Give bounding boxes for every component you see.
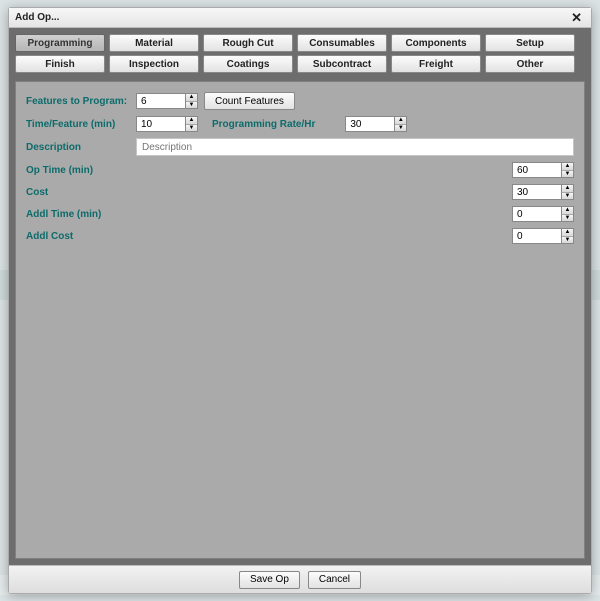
tab-rough-cut[interactable]: Rough Cut: [203, 34, 293, 52]
tab-material[interactable]: Material: [109, 34, 199, 52]
cost-spin-buttons: ▲ ▼: [562, 184, 574, 200]
tab-label: Coatings: [227, 59, 270, 70]
addl-cost-spin-buttons: ▲ ▼: [562, 228, 574, 244]
cancel-button[interactable]: Cancel: [308, 571, 361, 589]
chevron-up-icon[interactable]: ▲: [562, 163, 573, 171]
cost-spinner: ▲ ▼: [512, 184, 574, 200]
dialog-title: Add Op...: [15, 12, 59, 23]
tab-label: Consumables: [309, 38, 375, 49]
chevron-up-icon[interactable]: ▲: [186, 117, 197, 125]
tab-setup[interactable]: Setup: [485, 34, 575, 52]
time-feature-spin-buttons: ▲ ▼: [186, 116, 198, 132]
save-button[interactable]: Save Op: [239, 571, 300, 589]
addl-time-label: Addl Time (min): [26, 209, 136, 220]
tab-inspection[interactable]: Inspection: [109, 55, 199, 73]
addl-cost-spinner: ▲ ▼: [512, 228, 574, 244]
chevron-down-icon[interactable]: ▼: [186, 125, 197, 132]
prog-rate-input[interactable]: [345, 116, 395, 132]
close-icon[interactable]: ✕: [568, 10, 585, 26]
chevron-up-icon[interactable]: ▲: [186, 94, 197, 102]
chevron-down-icon[interactable]: ▼: [562, 171, 573, 178]
dialog-footer: Save Op Cancel: [9, 565, 591, 593]
description-input[interactable]: [136, 138, 574, 156]
cost-label: Cost: [26, 187, 136, 198]
tab-label: Programming: [27, 38, 92, 49]
chevron-down-icon[interactable]: ▼: [562, 193, 573, 200]
tab-subcontract[interactable]: Subcontract: [297, 55, 387, 73]
button-label: Save Op: [250, 574, 289, 585]
button-label: Count Features: [215, 96, 284, 107]
op-time-spinner: ▲ ▼: [512, 162, 574, 178]
addl-time-spin-buttons: ▲ ▼: [562, 206, 574, 222]
chevron-up-icon[interactable]: ▲: [395, 117, 406, 125]
tab-label: Finish: [45, 59, 74, 70]
button-label: Cancel: [319, 574, 350, 585]
cost-input[interactable]: [512, 184, 562, 200]
tab-consumables[interactable]: Consumables: [297, 34, 387, 52]
time-feature-input[interactable]: [136, 116, 186, 132]
addl-cost-label: Addl Cost: [26, 231, 136, 242]
prog-rate-spinner: ▲ ▼: [345, 116, 407, 132]
tab-strip: Programming Material Rough Cut Consumabl…: [9, 28, 591, 75]
time-feature-label: Time/Feature (min): [26, 119, 136, 130]
tab-label: Subcontract: [313, 59, 371, 70]
add-op-dialog: Add Op... ✕ Programming Material Rough C…: [8, 7, 592, 594]
chevron-up-icon[interactable]: ▲: [562, 229, 573, 237]
tab-other[interactable]: Other: [485, 55, 575, 73]
tab-label: Material: [135, 38, 173, 49]
chevron-up-icon[interactable]: ▲: [562, 185, 573, 193]
tab-label: Components: [405, 38, 466, 49]
prog-rate-label: Programming Rate/Hr: [212, 119, 315, 130]
tab-components[interactable]: Components: [391, 34, 481, 52]
addl-time-input[interactable]: [512, 206, 562, 222]
chevron-down-icon[interactable]: ▼: [562, 237, 573, 244]
tab-label: Inspection: [129, 59, 179, 70]
features-spinner: ▲ ▼: [136, 93, 198, 109]
dialog-titlebar: Add Op... ✕: [9, 8, 591, 28]
prog-rate-spin-buttons: ▲ ▼: [395, 116, 407, 132]
form-panel: Features to Program: ▲ ▼ Count Features …: [15, 81, 585, 559]
addl-time-spinner: ▲ ▼: [512, 206, 574, 222]
tab-label: Freight: [419, 59, 453, 70]
tab-coatings[interactable]: Coatings: [203, 55, 293, 73]
features-label: Features to Program:: [26, 96, 136, 107]
op-time-input[interactable]: [512, 162, 562, 178]
features-input[interactable]: [136, 93, 186, 109]
description-label: Description: [26, 142, 136, 153]
time-feature-spinner: ▲ ▼: [136, 116, 198, 132]
chevron-down-icon[interactable]: ▼: [562, 215, 573, 222]
chevron-down-icon[interactable]: ▼: [186, 102, 197, 109]
count-features-button[interactable]: Count Features: [204, 92, 295, 110]
chevron-up-icon[interactable]: ▲: [562, 207, 573, 215]
chevron-down-icon[interactable]: ▼: [395, 125, 406, 132]
tab-label: Setup: [516, 38, 544, 49]
tab-finish[interactable]: Finish: [15, 55, 105, 73]
addl-cost-input[interactable]: [512, 228, 562, 244]
tab-freight[interactable]: Freight: [391, 55, 481, 73]
op-time-label: Op Time (min): [26, 165, 136, 176]
tab-label: Other: [517, 59, 544, 70]
tab-label: Rough Cut: [222, 38, 273, 49]
tab-programming[interactable]: Programming: [15, 34, 105, 52]
op-time-spin-buttons: ▲ ▼: [562, 162, 574, 178]
features-spin-buttons: ▲ ▼: [186, 93, 198, 109]
